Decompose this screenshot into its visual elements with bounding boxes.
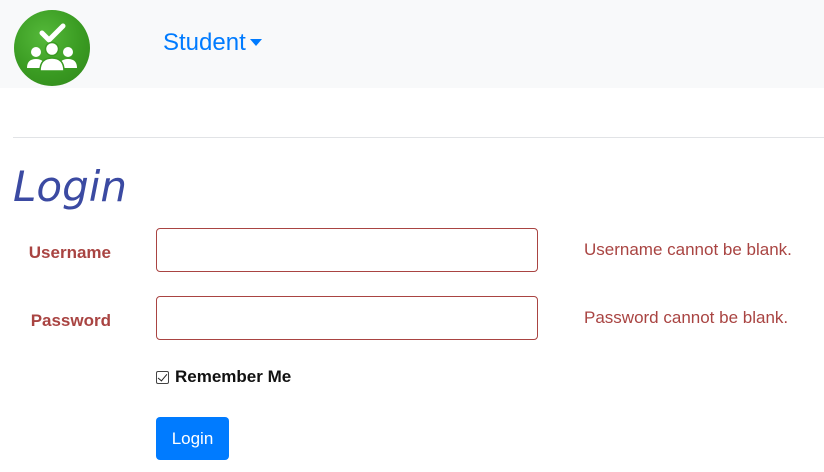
student-dropdown[interactable]: Student	[163, 28, 262, 58]
username-error: Username cannot be blank.	[584, 240, 792, 259]
password-error: Password cannot be blank.	[584, 308, 789, 327]
username-input[interactable]	[156, 228, 538, 272]
logo[interactable]	[14, 10, 90, 86]
password-label: Password	[30, 311, 111, 330]
page-title: Login	[13, 162, 128, 211]
remember-me-label[interactable]: Remember Me	[175, 367, 291, 387]
student-dropdown-label: Student	[163, 29, 246, 56]
caret-down-icon	[249, 39, 262, 46]
group-check-icon	[27, 23, 77, 72]
navbar: Student	[0, 0, 824, 88]
remember-me: Remember Me	[156, 367, 291, 387]
username-label: Username	[28, 243, 111, 262]
login-button[interactable]: Login	[156, 417, 229, 460]
remember-me-checkbox[interactable]	[156, 370, 169, 384]
password-input[interactable]	[156, 296, 538, 340]
divider	[13, 137, 824, 138]
